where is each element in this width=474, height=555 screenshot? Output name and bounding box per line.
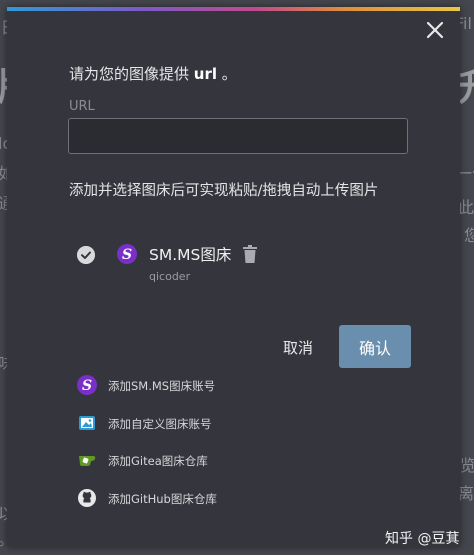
svg-text:S: S <box>82 378 92 394</box>
add-github-repo[interactable]: 添加GitHub图床仓库 <box>77 486 377 524</box>
selected-image-host[interactable]: S SM.MS图床 qicoder <box>77 239 377 287</box>
upload-hint: 添加并选择图床后可实现粘贴/拖拽自动上传图片 <box>69 183 379 199</box>
add-option-label: 添加Gitea图床仓库 <box>108 454 208 468</box>
add-option-label: 添加SM.MS图床账号 <box>108 379 216 393</box>
add-option-label: 添加自定义图床账号 <box>108 416 212 431</box>
github-icon <box>78 488 96 507</box>
smms-logo-icon: S <box>117 244 137 264</box>
dialog-title-bold: url <box>193 65 218 83</box>
svg-text:S: S <box>122 247 132 263</box>
image-insert-dialog: 请为您的图像提供 url 。 URL 添加并选择图床后可实现粘贴/拖拽自动上传图… <box>7 7 460 547</box>
add-custom-host-account[interactable]: 添加自定义图床账号 <box>77 411 377 449</box>
confirm-button[interactable]: 确认 <box>339 325 411 368</box>
url-input[interactable] <box>68 118 408 154</box>
add-smms-account[interactable]: S 添加SM.MS图床账号 <box>77 373 377 411</box>
add-host-list: S 添加SM.MS图床账号 添加自定义图床账号 添加Gitea图床仓库 添加Gi… <box>77 373 377 523</box>
check-circle-icon[interactable] <box>77 246 95 264</box>
image-host-name: SM.MS图床 <box>149 246 232 264</box>
bg-fragment: 升 <box>458 56 474 111</box>
bg-fragment: 此 <box>458 198 474 217</box>
image-host-user: qicoder <box>149 270 191 283</box>
add-option-label: 添加GitHub图床仓库 <box>108 491 217 506</box>
smms-logo-icon: S <box>77 375 97 395</box>
gitea-icon <box>79 456 96 466</box>
url-label: URL <box>69 99 95 114</box>
bg-fragment: 您 <box>464 226 474 245</box>
dialog-title: 请为您的图像提供 url 。 <box>69 63 237 84</box>
custom-host-icon <box>79 415 95 430</box>
cancel-button[interactable]: 取消 <box>283 337 313 358</box>
dialog-title-suffix: 。 <box>221 65 237 83</box>
trash-icon[interactable] <box>243 245 257 263</box>
add-gitea-repo[interactable]: 添加Gitea图床仓库 <box>77 448 377 486</box>
watermark: 知乎 @豆萁 <box>385 531 460 547</box>
close-icon[interactable] <box>424 19 446 41</box>
dialog-title-prefix: 请为您的图像提供 <box>69 65 190 83</box>
bg-fragment: 览 <box>460 456 474 475</box>
bg-fragment: 离 <box>458 484 474 503</box>
dialog-accent-bar <box>7 7 460 11</box>
